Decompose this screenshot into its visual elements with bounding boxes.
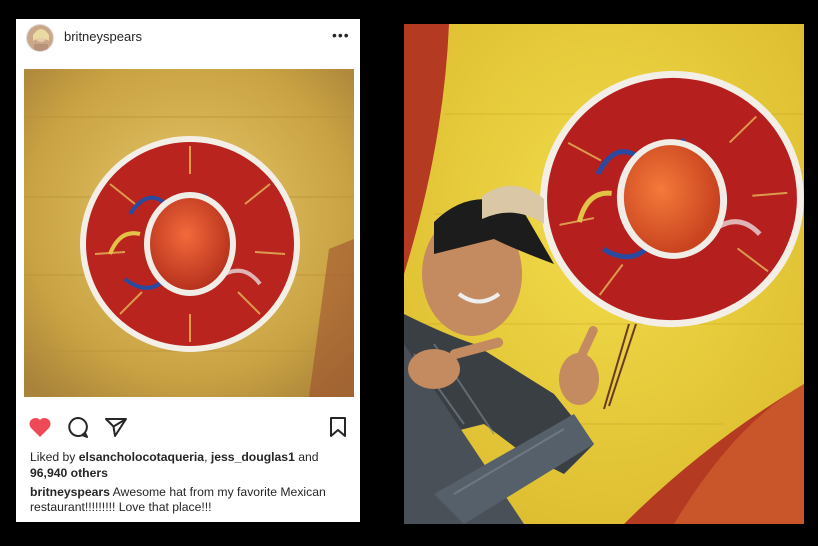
heart-icon[interactable] xyxy=(28,416,52,438)
liker-link[interactable]: jess_douglas1 xyxy=(211,450,295,464)
liker-link[interactable]: elsancholocotaqueria xyxy=(79,450,204,464)
post-header: britneyspears ••• xyxy=(16,19,360,59)
instagram-post-card: britneyspears ••• Liked by elsancholocot… xyxy=(16,19,360,522)
post-username[interactable]: britneyspears xyxy=(64,29,142,44)
likes-text: Liked by elsancholocotaqueria, jess_doug… xyxy=(30,449,352,481)
caption-username[interactable]: britneyspears xyxy=(30,485,110,499)
bookmark-icon[interactable] xyxy=(328,416,348,438)
likes-count[interactable]: 96,940 others xyxy=(30,466,108,480)
post-caption: britneyspears Awesome hat from my favori… xyxy=(30,485,352,515)
second-photo xyxy=(404,24,804,524)
post-photo[interactable] xyxy=(24,69,354,397)
likes-prefix: Liked by xyxy=(30,450,79,464)
profile-avatar[interactable] xyxy=(26,24,54,52)
comment-icon[interactable] xyxy=(66,416,90,438)
likes-middle: and xyxy=(294,450,319,464)
share-icon[interactable] xyxy=(104,416,128,438)
more-icon[interactable]: ••• xyxy=(332,27,350,43)
likes-separator: , xyxy=(204,450,211,464)
